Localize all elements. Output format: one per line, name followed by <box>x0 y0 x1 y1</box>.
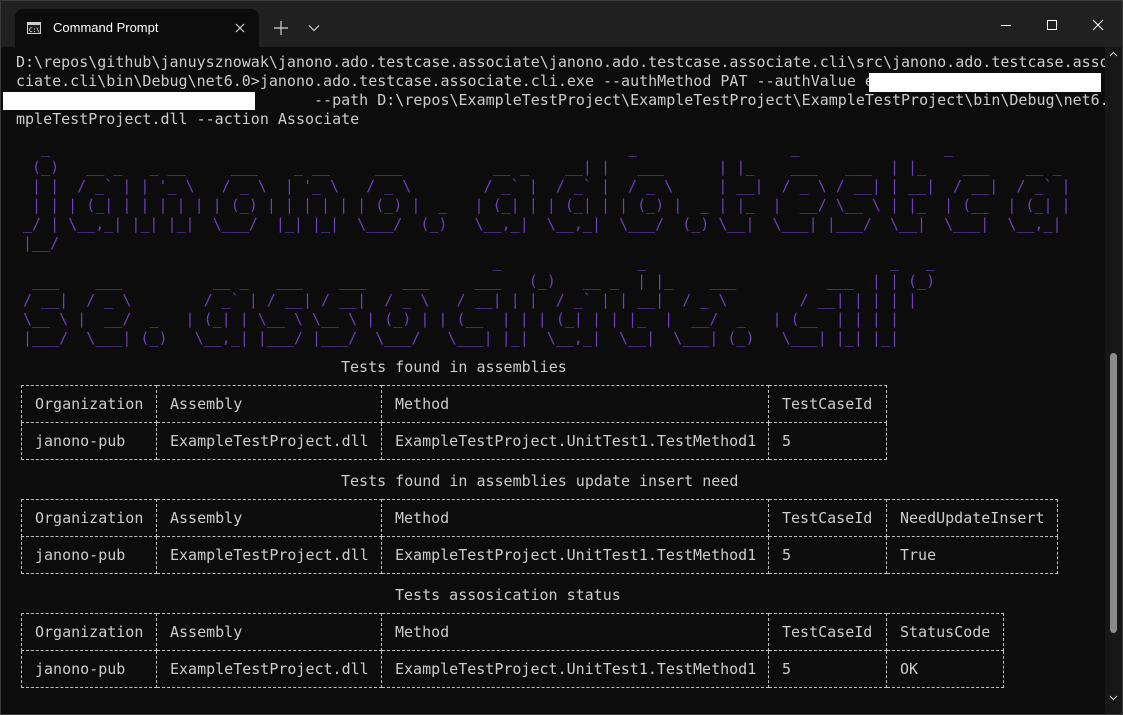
terminal-window: C:\ Command Prompt D:\repos\github\januy… <box>0 0 1123 715</box>
title-bar[interactable]: C:\ Command Prompt <box>1 1 1122 47</box>
table-cell: 5 <box>768 536 887 574</box>
table-cell: ExampleTestProject.dll <box>156 536 382 574</box>
plus-icon[interactable] <box>273 20 289 36</box>
header-cell: Method <box>381 499 769 537</box>
terminal-icon: C:\ <box>27 22 41 34</box>
header-cell: TestCaseId <box>768 613 887 651</box>
table-cell: janono-pub <box>21 650 157 688</box>
table-caption-update-insert-need: Tests found in assemblies update insert … <box>341 472 739 490</box>
header-cell: Assembly <box>156 613 382 651</box>
maximize-button[interactable] <box>1029 1 1075 47</box>
minimize-button[interactable] <box>983 1 1029 47</box>
header-cell: Organization <box>21 613 157 651</box>
table-cell: ExampleTestProject.UnitTest1.TestMethod1 <box>381 536 769 574</box>
svg-text:C:\: C:\ <box>29 27 40 34</box>
scroll-up-icon[interactable] <box>1109 51 1118 57</box>
table-cell: janono-pub <box>21 422 157 460</box>
table-header-row: Organization Assembly Method TestCaseId … <box>21 499 1058 537</box>
maximize-icon <box>1047 20 1057 30</box>
window-close-icon <box>1092 19 1104 31</box>
table-row: janono-pub ExampleTestProject.dll Exampl… <box>21 536 1058 574</box>
table-cell: ExampleTestProject.UnitTest1.TestMethod1 <box>381 422 769 460</box>
header-cell: Method <box>381 613 769 651</box>
ascii-banner-line-1: _ _ _ _ (_) __ _ _ __ ___ _ __ ___ __ _ … <box>23 139 1071 252</box>
header-cell: Organization <box>21 499 157 537</box>
minimize-icon <box>1001 25 1011 26</box>
table-tests-found: Organization Assembly Method TestCaseId … <box>21 385 887 460</box>
header-cell: TestCaseId <box>768 499 887 537</box>
table-cell: OK <box>886 650 1004 688</box>
scrollbar-thumb[interactable] <box>1110 353 1117 633</box>
table-cell: 5 <box>768 650 887 688</box>
redacted-auth-value-continued <box>3 92 255 110</box>
close-icon[interactable] <box>233 21 247 35</box>
table-cell: ExampleTestProject.UnitTest1.TestMethod1 <box>381 650 769 688</box>
chevron-down-icon[interactable] <box>308 24 320 32</box>
table-update-insert-need: Organization Assembly Method TestCaseId … <box>21 499 1058 574</box>
header-cell: Assembly <box>156 499 382 537</box>
table-cell: janono-pub <box>21 536 157 574</box>
header-cell: NeedUpdateInsert <box>886 499 1058 537</box>
table-row: janono-pub ExampleTestProject.dll Exampl… <box>21 422 887 460</box>
table-cell: 5 <box>768 422 887 460</box>
tab-title: Command Prompt <box>53 20 159 35</box>
header-cell: Organization <box>21 385 157 423</box>
table-cell: True <box>886 536 1058 574</box>
table-header-row: Organization Assembly Method TestCaseId … <box>21 613 1004 651</box>
console-output[interactable]: D:\repos\github\januysznowak\janono.ado.… <box>1 47 1105 714</box>
table-row: janono-pub ExampleTestProject.dll Exampl… <box>21 650 1004 688</box>
table-association-status: Organization Assembly Method TestCaseId … <box>21 613 1004 688</box>
scroll-down-icon[interactable] <box>1109 695 1118 701</box>
redacted-auth-value <box>869 73 1101 92</box>
table-cell: ExampleTestProject.dll <box>156 422 382 460</box>
table-caption-tests-found: Tests found in assemblies <box>341 358 567 376</box>
header-cell: Assembly <box>156 385 382 423</box>
header-cell: Method <box>381 385 769 423</box>
window-close-button[interactable] <box>1075 1 1121 47</box>
tab-command-prompt[interactable]: C:\ Command Prompt <box>15 9 259 47</box>
ascii-banner-line-2: _ _ _ _ ___ ___ __ _ ___ ___ ___ ___ (_)… <box>23 253 936 347</box>
header-cell: StatusCode <box>886 613 1004 651</box>
table-cell: ExampleTestProject.dll <box>156 650 382 688</box>
table-caption-association-status: Tests assosication status <box>395 586 621 604</box>
table-header-row: Organization Assembly Method TestCaseId <box>21 385 887 423</box>
vertical-scrollbar[interactable] <box>1105 47 1122 714</box>
header-cell: TestCaseId <box>768 385 887 423</box>
